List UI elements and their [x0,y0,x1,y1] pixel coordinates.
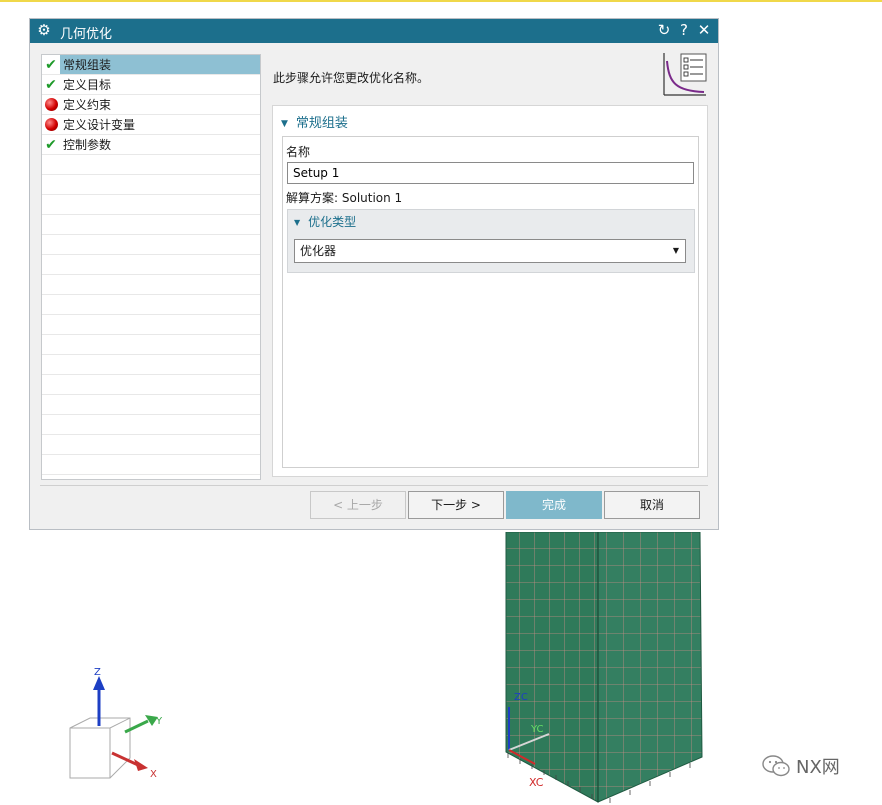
footer-divider [40,485,708,486]
group-body: 名称 解算方案: Solution 1 ▼ 优化类型 优化器 ▼ [282,136,699,468]
step-label: 定义设计变量 [63,118,136,132]
empty-step-row [42,195,260,215]
step-label: 定义约束 [63,98,112,112]
wcs-yc-label: YC [530,724,544,735]
help-button[interactable]: ? [675,21,693,40]
watermark: NX网 [762,753,840,779]
close-button[interactable]: ✕ [695,21,713,40]
red-status-icon [42,116,60,134]
empty-step-row [42,175,260,195]
step-item-control-parameters[interactable]: ✔ 控制参数 [42,135,260,155]
dialog-title: 几何优化 [60,27,113,42]
empty-step-row [42,315,260,335]
group-title: 常规组装 [295,116,348,131]
checkmark-icon: ✔ [45,56,57,73]
finish-button[interactable]: 完成 [506,491,602,519]
empty-step-row [42,455,260,475]
triangle-down-icon: ▼ [281,119,288,129]
group-header-optimization-type[interactable]: ▼ 优化类型 [294,213,356,230]
empty-step-row [42,255,260,275]
wcs-xc-label: XC [529,776,544,789]
optimization-graph-icon [663,53,707,96]
name-field[interactable] [287,162,694,184]
step-content-panel: ▼ 常规组装 名称 解算方案: Solution 1 ▼ 优化类型 优化器 ▼ [272,105,708,477]
step-list: ✔ 常规组装 ✔ 定义目标 定义约束 定义设计变量 ✔ 控制参数 [41,54,261,480]
checkmark-icon: ✔ [45,76,57,93]
dialog-titlebar: ⚙ 几何优化 ↻ ? ✕ [30,19,718,43]
solution-label: 解算方案: Solution 1 [286,191,403,205]
wcs-zc-label: ZC [514,692,528,703]
step-label: 常规组装 [60,55,260,74]
geometry-optimization-dialog: ⚙ 几何优化 ↻ ? ✕ ✔ 常规组装 ✔ 定义目标 定义约束 定义设计变量 ✔… [29,18,719,530]
step-item-define-constraints[interactable]: 定义约束 [42,95,260,115]
empty-step-row [42,275,260,295]
empty-step-row [42,415,260,435]
empty-step-row [42,215,260,235]
triangle-down-icon: ▼ [294,218,301,227]
empty-step-row [42,375,260,395]
step-label: 控制参数 [63,138,112,152]
subgroup-title: 优化类型 [308,215,357,229]
step-description: 此步骤允许您更改优化名称。 [273,71,430,85]
optimization-type-dropdown[interactable]: 优化器 ▼ [294,239,686,263]
name-label: 名称 [286,145,311,159]
step-item-define-design-variables[interactable]: 定义设计变量 [42,115,260,135]
empty-step-row [42,295,260,315]
next-button[interactable]: 下一步 > [408,491,504,519]
empty-step-row [42,335,260,355]
mesh-model[interactable]: ZC YC XC [505,532,707,804]
top-accent-line [0,0,882,2]
watermark-text: NX网 [796,757,840,778]
empty-step-row [42,435,260,455]
group-header-general-assembly[interactable]: ▼ 常规组装 [281,112,348,131]
empty-step-row [42,355,260,375]
dropdown-value: 优化器 [300,244,337,258]
gear-icon: ⚙ [37,21,51,39]
optimization-type-group: ▼ 优化类型 优化器 ▼ [287,209,695,273]
red-status-icon [42,96,60,114]
back-button[interactable]: < 上一步 [310,491,406,519]
step-item-general-assembly[interactable]: ✔ 常规组装 [42,55,260,75]
coordinate-triad[interactable]: Z Y X [60,660,170,780]
dropdown-arrow-icon: ▼ [672,246,679,255]
triad-y-label: Y [155,716,163,727]
checkmark-icon: ✔ [45,136,57,153]
triad-z-label: Z [94,667,101,678]
empty-step-row [42,235,260,255]
wechat-icon [762,755,790,777]
refresh-icon[interactable]: ↻ [655,21,673,40]
empty-step-row [42,395,260,415]
cancel-button[interactable]: 取消 [604,491,700,519]
empty-step-row [42,155,260,175]
step-label: 定义目标 [63,78,112,92]
step-item-define-objective[interactable]: ✔ 定义目标 [42,75,260,95]
triad-x-label: X [150,769,157,780]
